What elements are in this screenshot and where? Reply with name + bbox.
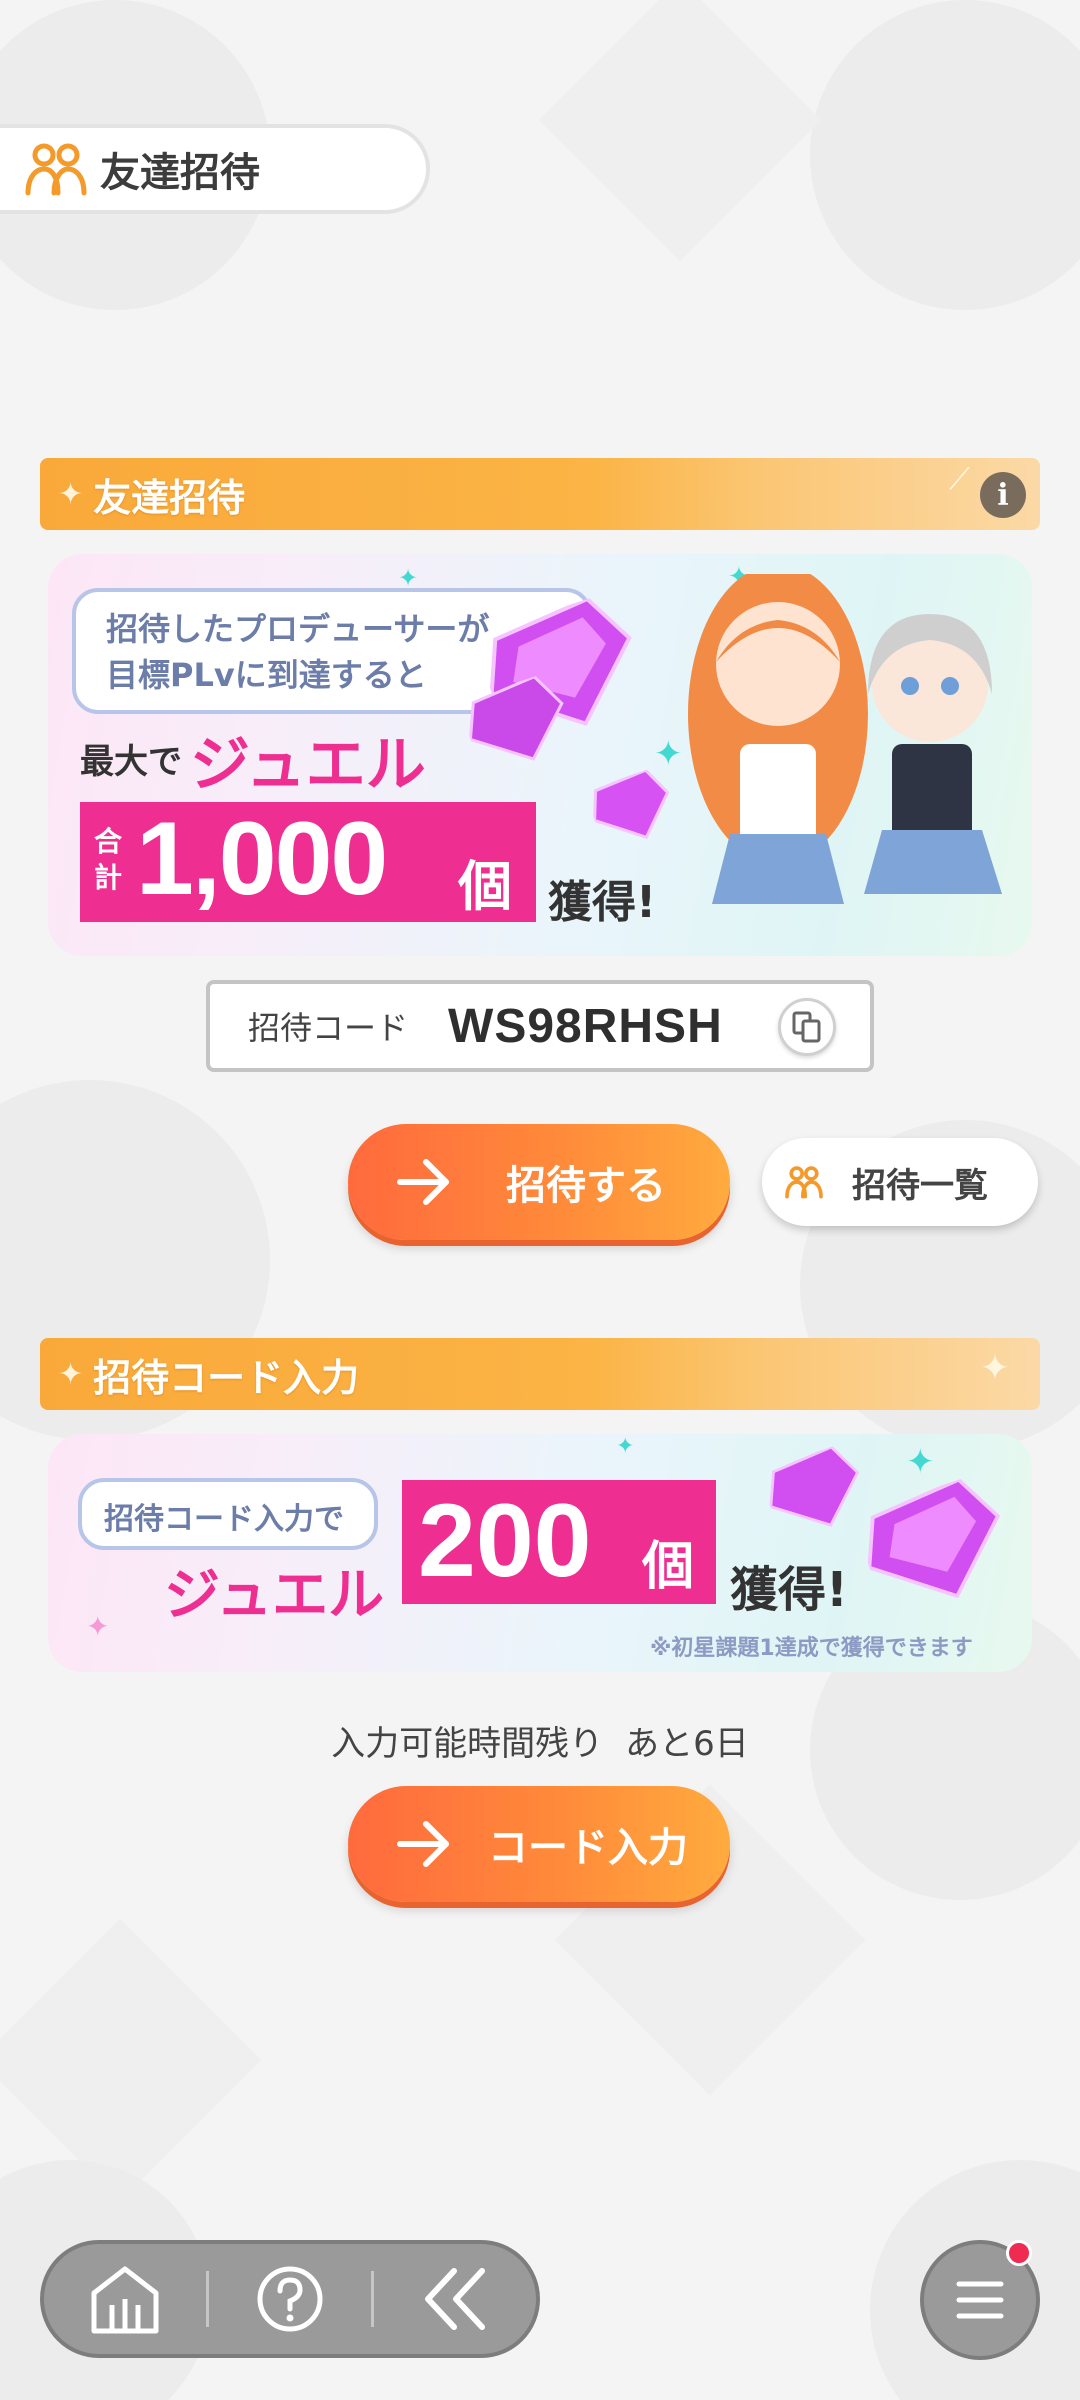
sparkle-icon: ✦ xyxy=(86,1610,110,1643)
nav-back[interactable] xyxy=(374,2244,536,2354)
remaining-value: あと6日 xyxy=(625,1724,749,1764)
sparkle-icon: ✦ xyxy=(398,564,419,592)
invite-button-label: 招待する xyxy=(506,1163,666,1209)
copy-icon xyxy=(792,1011,821,1043)
invite-code-label: 招待コード xyxy=(248,1009,409,1047)
code-input-button-label: コード入力 xyxy=(488,1825,688,1871)
total-label-2: 計 xyxy=(94,861,123,894)
reward-amount-box: 合 計 1,000 個 xyxy=(80,801,536,922)
bubble-text: 招待コード入力で xyxy=(104,1502,344,1537)
arrow-right-icon xyxy=(397,1821,449,1867)
sparkle-decoration-icon: ⟋ xyxy=(949,462,970,497)
invite-list-button[interactable]: 招待一覧 xyxy=(762,1138,1038,1226)
invite-code-value: WS98RHSH xyxy=(448,999,723,1053)
reward-amount-box: 200 個 xyxy=(402,1480,716,1604)
notification-badge xyxy=(1006,2240,1032,2266)
people-icon xyxy=(25,143,87,196)
help-icon xyxy=(257,2266,323,2332)
home-icon xyxy=(91,2266,159,2334)
invite-list-label: 招待一覧 xyxy=(852,1165,988,1206)
people-icon xyxy=(785,1166,823,1199)
reward-unit: 個 xyxy=(642,1537,695,1597)
jewel-icon xyxy=(593,768,670,840)
invite-button[interactable]: 招待する xyxy=(348,1124,730,1240)
code-input-button[interactable]: コード入力 xyxy=(348,1786,730,1902)
reward-amount: 200 xyxy=(418,1483,592,1599)
invite-code-box: 招待コード WS98RHSH xyxy=(206,980,874,1072)
invite-reward-banner: 招待したプロデューサーが 目標PLvに到達すると 最大で ジュエル 合 計 1,… xyxy=(48,554,1032,956)
remaining-label: 入力可能時間残り xyxy=(331,1724,604,1764)
bottom-nav xyxy=(40,2240,540,2358)
obtain-label: 獲得! xyxy=(730,1562,848,1618)
menu-button[interactable] xyxy=(920,2240,1040,2360)
max-prefix: 最大で xyxy=(80,742,182,782)
page-title: 友達招待 xyxy=(100,150,260,196)
page-header: 友達招待 xyxy=(0,124,430,214)
reward-name: ジュエル xyxy=(164,1563,385,1628)
sparkle-icon: ✦ xyxy=(58,476,84,512)
info-icon[interactable]: i xyxy=(980,472,1026,518)
sparkle-decoration-icon: ✦ xyxy=(979,1348,1010,1389)
invite-section-header: ✦ 友達招待 ⟋ i xyxy=(40,458,1040,530)
code-input-section-title: 招待コード入力 xyxy=(93,1355,360,1400)
reward-unit: 個 xyxy=(458,855,512,918)
banner-note: ※初星課題1達成で獲得できます xyxy=(650,1636,973,1661)
jewel-icon xyxy=(867,1477,1001,1599)
reward-name: ジュエル xyxy=(190,730,426,800)
total-label-1: 合 xyxy=(94,825,123,858)
nav-help[interactable] xyxy=(209,2244,371,2354)
sparkle-icon: ✦ xyxy=(58,1356,84,1392)
banner-speech-bubble: 招待コード入力で xyxy=(78,1478,378,1550)
remaining-time: 入力可能時間残り あと6日 xyxy=(0,1716,1080,1765)
menu-icon xyxy=(956,2281,1004,2319)
copy-button[interactable] xyxy=(778,998,836,1056)
arrow-right-icon xyxy=(397,1159,449,1205)
code-input-section-header: ✦ 招待コード入力 ✦ xyxy=(40,1338,1040,1410)
reward-amount: 1,000 xyxy=(136,801,388,917)
sparkle-icon: ✦ xyxy=(906,1442,935,1482)
code-input-reward-banner: 招待コード入力で ジュエル 200 個 獲得! ※初星課題1達成で獲得できます … xyxy=(48,1434,1032,1672)
character-illustration xyxy=(688,574,1002,904)
invite-section-title: 友達招待 xyxy=(93,475,246,520)
sparkle-icon: ✦ xyxy=(616,1434,635,1459)
nav-home[interactable] xyxy=(44,2244,206,2354)
back-icon xyxy=(425,2268,485,2330)
obtain-label: 獲得! xyxy=(548,877,657,928)
